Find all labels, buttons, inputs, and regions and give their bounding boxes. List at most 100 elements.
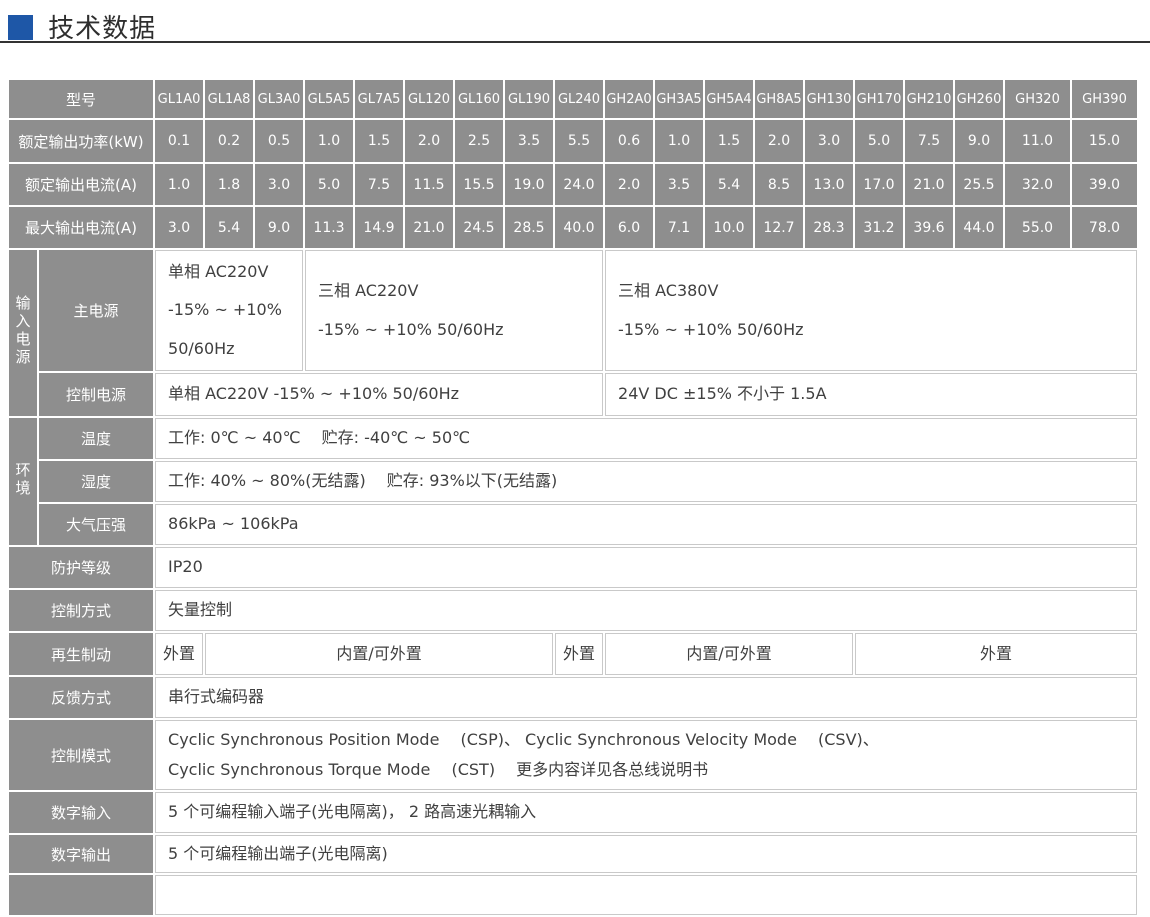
- value-cell: 32.0: [1005, 164, 1071, 205]
- control-power-gl-cell: 单相 AC220V -15% ~ +10% 50/60Hz: [155, 373, 604, 417]
- control-mode-row: 控制模式 Cyclic Synchronous Position Mode (C…: [9, 720, 1138, 791]
- model-header-cell: GH8A5: [755, 80, 804, 118]
- model-header-cell: GL240: [555, 80, 604, 118]
- value-cell: 2.0: [605, 164, 654, 205]
- value-cell: 2.0: [755, 120, 804, 162]
- value-cell: 7.1: [655, 207, 704, 248]
- digital-output-row: 数字输出 5 个可编程输出端子(光电隔离): [9, 835, 1138, 874]
- model-header-cell: GH5A4: [705, 80, 754, 118]
- pressure-row: 大气压强 86kPa ~ 106kPa: [9, 504, 1138, 546]
- value-cell: 3.0: [255, 164, 304, 205]
- value-cell: 14.9: [355, 207, 404, 248]
- group-label-input-power: 输入电源: [9, 250, 37, 417]
- value-cell: 1.0: [655, 120, 704, 162]
- value-cell: 28.3: [805, 207, 854, 248]
- row-label-humidity: 湿度: [39, 461, 154, 503]
- braking-cell-internal-2: 内置/可外置: [605, 633, 854, 676]
- group-label-environment: 环境: [9, 418, 37, 546]
- model-header-cell: GH210: [905, 80, 954, 118]
- main-power-three-phase-380-cell: 三相 AC380V -15% ~ +10% 50/60Hz: [605, 250, 1138, 372]
- value-cell: 8.5: [755, 164, 804, 205]
- title-accent-square-icon: [8, 15, 33, 40]
- row-label-digital-output: 数字输出: [9, 835, 154, 874]
- value-cell: 1.8: [205, 164, 254, 205]
- value-cell: 11.0: [1005, 120, 1071, 162]
- tech-specs-table-container: 型号 GL1A0 GL1A8 GL3A0 GL5A5 GL7A5 GL120 G…: [7, 78, 1139, 917]
- value-cell: 15.5: [455, 164, 504, 205]
- value-cell: 24.0: [555, 164, 604, 205]
- value-cell: 5.0: [855, 120, 904, 162]
- pressure-value-cell: 86kPa ~ 106kPa: [155, 504, 1138, 546]
- model-header-cell: GL1A0: [155, 80, 204, 118]
- value-cell: 3.0: [155, 207, 204, 248]
- digital-input-value-cell: 5 个可编程输入端子(光电隔离)， 2 路高速光耦输入: [155, 792, 1138, 834]
- value-cell: 5.4: [205, 207, 254, 248]
- feedback-value-cell: 串行式编码器: [155, 677, 1138, 719]
- value-cell: 44.0: [955, 207, 1004, 248]
- control-method-row: 控制方式 矢量控制: [9, 590, 1138, 632]
- row-label-control-mode: 控制模式: [9, 720, 154, 791]
- humidity-value-cell: 工作: 40% ~ 80%(无结露) 贮存: 93%以下(无结露): [155, 461, 1138, 503]
- model-header-cell: GL120: [405, 80, 454, 118]
- value-cell: 3.5: [655, 164, 704, 205]
- value-cell: 3.0: [805, 120, 854, 162]
- rated-power-row: 额定输出功率(kW) 0.1 0.2 0.5 1.0 1.5 2.0 2.5 3…: [9, 120, 1138, 162]
- humidity-row: 湿度 工作: 40% ~ 80%(无结露) 贮存: 93%以下(无结露): [9, 461, 1138, 503]
- value-cell: 5.0: [305, 164, 354, 205]
- value-cell: 9.0: [255, 207, 304, 248]
- value-cell: 0.1: [155, 120, 204, 162]
- control-method-value-cell: 矢量控制: [155, 590, 1138, 632]
- protection-value-cell: IP20: [155, 547, 1138, 589]
- value-cell: 17.0: [855, 164, 904, 205]
- value-cell: 12.7: [755, 207, 804, 248]
- row-label-digital-input: 数字输入: [9, 792, 154, 834]
- value-cell: 21.0: [405, 207, 454, 248]
- model-header-cell: GH390: [1072, 80, 1138, 118]
- main-power-single-phase-cell: 单相 AC220V -15% ~ +10% 50/60Hz: [155, 250, 304, 372]
- row-label-rated-power: 额定输出功率(kW): [9, 120, 154, 162]
- model-header-row: 型号 GL1A0 GL1A8 GL3A0 GL5A5 GL7A5 GL120 G…: [9, 80, 1138, 118]
- model-header-cell: GH2A0: [605, 80, 654, 118]
- row-label-partial: [9, 875, 154, 916]
- partial-clipped-row: [9, 875, 1138, 916]
- row-label-braking: 再生制动: [9, 633, 154, 676]
- protection-row: 防护等级 IP20: [9, 547, 1138, 589]
- value-cell: 21.0: [905, 164, 954, 205]
- value-cell: 19.0: [505, 164, 554, 205]
- value-cell: 24.5: [455, 207, 504, 248]
- value-cell: 1.5: [355, 120, 404, 162]
- value-cell: 39.6: [905, 207, 954, 248]
- value-cell: 0.6: [605, 120, 654, 162]
- digital-output-value-cell: 5 个可编程输出端子(光电隔离): [155, 835, 1138, 874]
- value-cell: 15.0: [1072, 120, 1138, 162]
- partial-value-cell: [155, 875, 1138, 916]
- model-header-cell: GH260: [955, 80, 1004, 118]
- row-label-control-method: 控制方式: [9, 590, 154, 632]
- model-header-cell: GH3A5: [655, 80, 704, 118]
- main-power-row: 输入电源 主电源 单相 AC220V -15% ~ +10% 50/60Hz 三…: [9, 250, 1138, 417]
- control-mode-value-cell: Cyclic Synchronous Position Mode (CSP)、 …: [155, 720, 1138, 791]
- value-cell: 1.0: [155, 164, 204, 205]
- value-cell: 39.0: [1072, 164, 1138, 205]
- value-cell: 31.2: [855, 207, 904, 248]
- value-cell: 0.5: [255, 120, 304, 162]
- value-cell: 7.5: [355, 164, 404, 205]
- row-label-max-current: 最大输出电流(A): [9, 207, 154, 248]
- value-cell: 11.3: [305, 207, 354, 248]
- row-label-pressure: 大气压强: [39, 504, 154, 546]
- row-label-main-power: 主电源: [39, 250, 154, 372]
- value-cell: 2.0: [405, 120, 454, 162]
- model-header-cell: GL190: [505, 80, 554, 118]
- value-cell: 11.5: [405, 164, 454, 205]
- value-cell: 2.5: [455, 120, 504, 162]
- rated-current-row: 额定输出电流(A) 1.0 1.8 3.0 5.0 7.5 11.5 15.5 …: [9, 164, 1138, 205]
- model-header-cell: GL5A5: [305, 80, 354, 118]
- row-label-feedback: 反馈方式: [9, 677, 154, 719]
- page-header: 技术数据: [0, 0, 1150, 44]
- temperature-row: 环境 温度 工作: 0℃ ~ 40℃ 贮存: -40℃ ~ 50℃: [9, 418, 1138, 546]
- braking-row: 再生制动 外置 内置/可外置 外置 内置/可外置 外置: [9, 633, 1138, 676]
- model-header-cell: GL160: [455, 80, 504, 118]
- row-label-model: 型号: [9, 80, 154, 118]
- value-cell: 40.0: [555, 207, 604, 248]
- braking-cell-external-1: 外置: [155, 633, 204, 676]
